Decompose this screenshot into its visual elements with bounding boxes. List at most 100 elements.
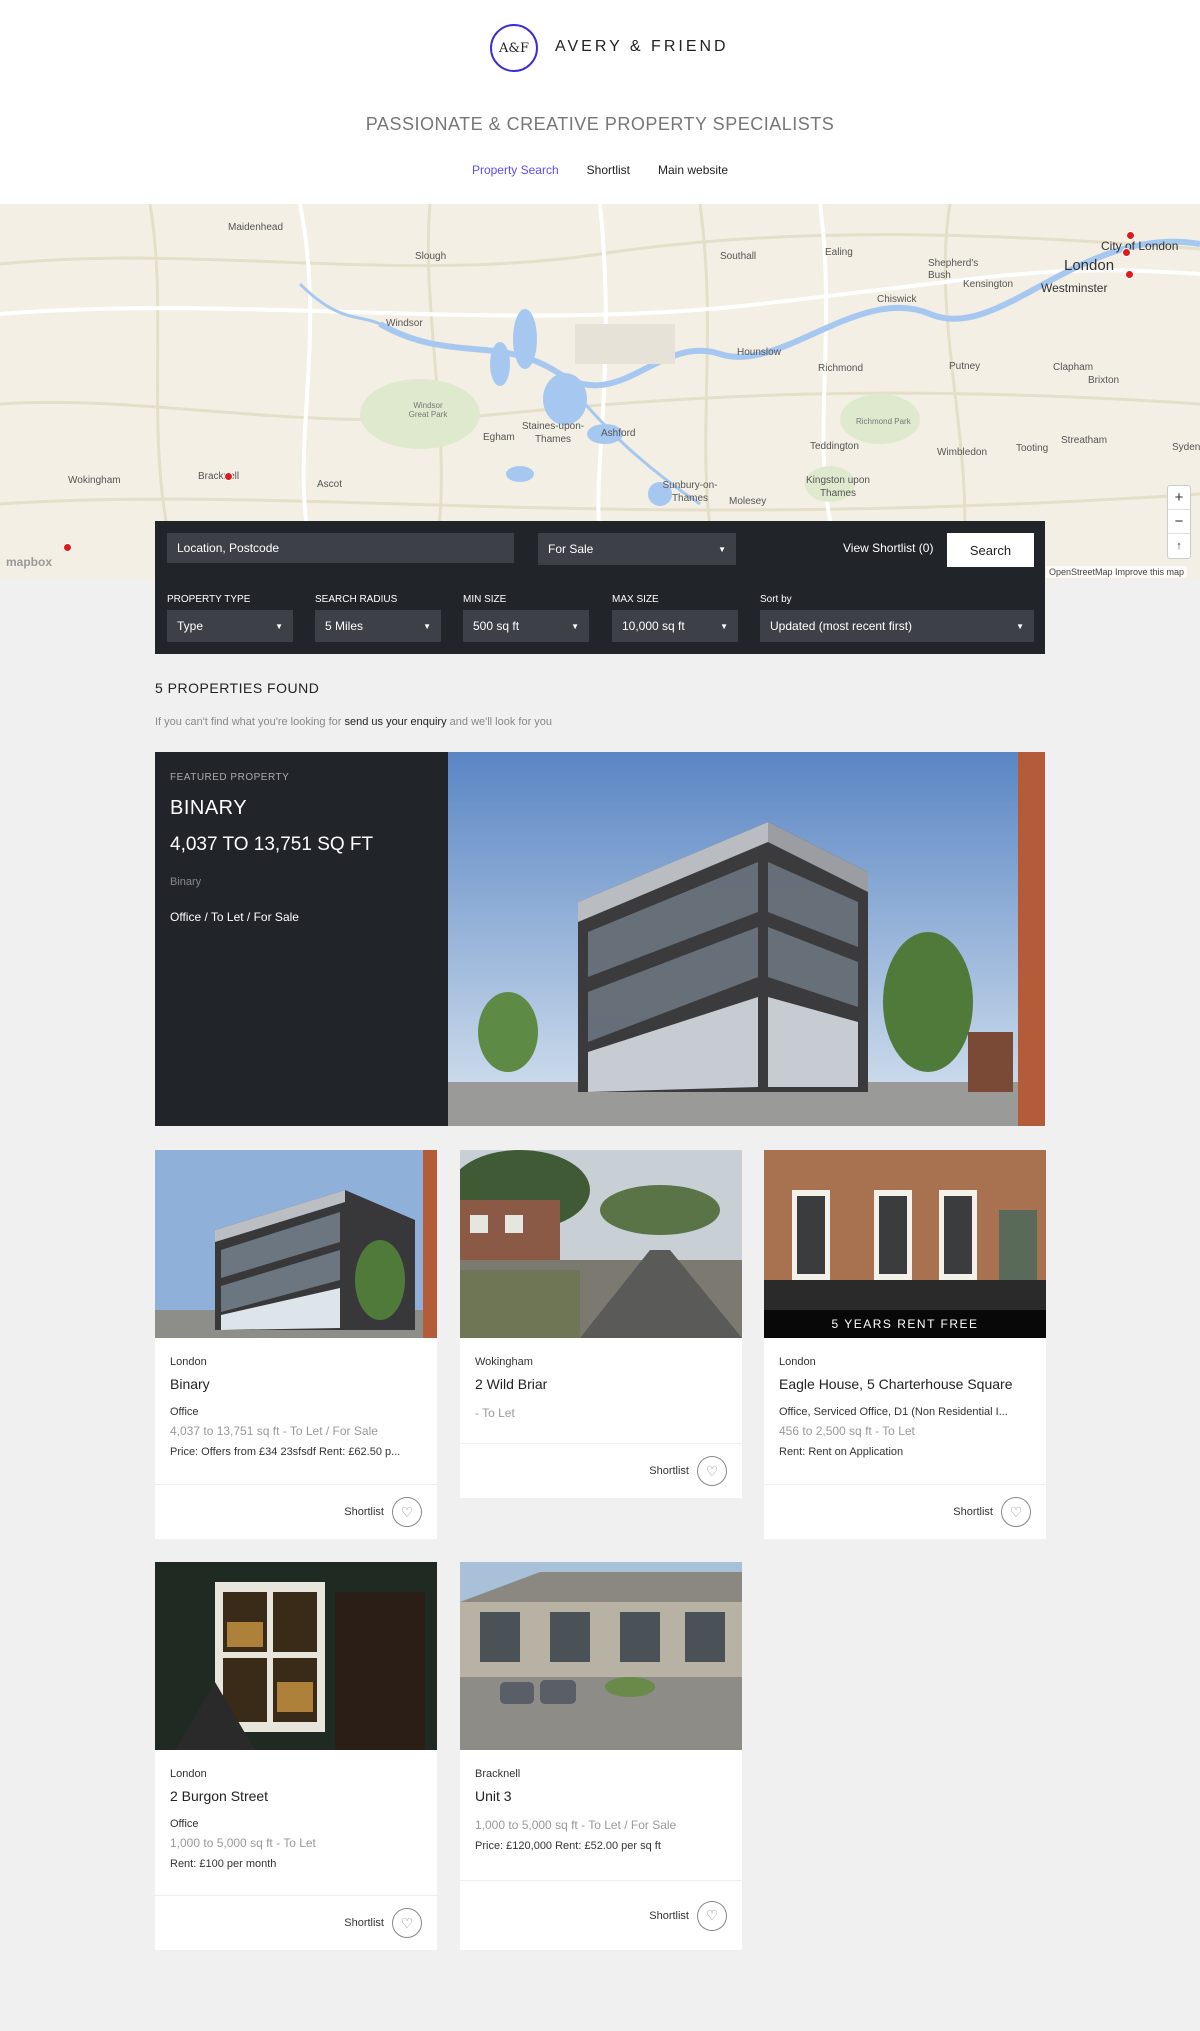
map-label: Molesey [729,496,767,507]
property-image[interactable] [460,1150,742,1338]
zoom-out-button[interactable]: − [1168,510,1190,534]
property-details: London Eagle House, 5 Charterhouse Squar… [764,1338,1046,1458]
map-label: Kingston upon Thames [806,475,870,499]
map-label: Westminster [1041,281,1108,295]
property-type-value: Type [177,619,204,633]
shortlist-label[interactable]: Shortlist [344,1506,384,1518]
property-image[interactable] [155,1150,437,1338]
featured-image[interactable] [448,752,1045,1126]
map-label: Southall [720,251,757,262]
map-label: Slough [415,251,447,262]
min-size-value: 500 sq ft [473,619,520,633]
property-card[interactable]: Bracknell Unit 3 1,000 to 5,000 sq ft - … [460,1562,742,1950]
property-image[interactable]: 5 YEARS RENT FREE [764,1150,1046,1338]
sort-by-select[interactable]: Updated (most recent first) ▼ [760,610,1034,642]
building-photo [448,752,1045,1126]
heart-icon[interactable]: ♡ [392,1497,422,1527]
nav-main-website[interactable]: Main website [658,163,728,177]
search-radius-value: 5 Miles [325,619,364,633]
heart-icon[interactable]: ♡ [1001,1497,1031,1527]
logo-mark[interactable]: A&F [490,24,538,72]
map-pin[interactable] [1126,231,1135,240]
map-label: Windsor [386,318,423,329]
property-image[interactable] [460,1562,742,1750]
search-radius-select[interactable]: 5 Miles ▼ [315,610,441,642]
location-input[interactable]: Location, Postcode [167,533,514,563]
property-title[interactable]: Binary [170,1376,422,1392]
enquiry-link[interactable]: send us your enquiry [344,716,446,728]
search-panel: Location, Postcode For Sale ▼ View Short… [155,521,1045,654]
property-title[interactable]: Unit 3 [475,1788,727,1804]
property-card[interactable]: 5 YEARS RENT FREE London Eagle House, 5 … [764,1150,1046,1539]
property-location: London [170,1356,207,1368]
property-location: London [170,1768,207,1780]
shortlist-label[interactable]: Shortlist [649,1910,689,1922]
view-shortlist-link[interactable]: View Shortlist (0) [843,541,933,555]
map-label: Windsor Great Park [408,401,448,419]
card-footer: Shortlist ♡ [155,1484,437,1539]
shortlist-label[interactable]: Shortlist [953,1506,993,1518]
map-pin[interactable] [1125,270,1134,279]
heart-icon[interactable]: ♡ [697,1900,727,1931]
map-label: London [1064,257,1115,274]
property-type: Office, Serviced Office, D1 (Non Residen… [779,1406,1008,1418]
nav-property-search[interactable]: Property Search [472,163,559,177]
brand-name[interactable]: AVERY & FRIEND [555,38,729,56]
featured-title[interactable]: BINARY [170,797,433,820]
zoom-in-button[interactable]: + [1168,486,1190,510]
property-location: London [779,1356,816,1368]
filter-label: MIN SIZE [463,594,507,605]
chevron-down-icon: ▼ [423,621,431,631]
tagline: PASSIONATE & CREATIVE PROPERTY SPECIALIS… [365,114,835,134]
property-card[interactable]: London 2 Burgon Street Office 1,000 to 5… [155,1562,437,1950]
mapbox-logo[interactable]: mapbox [6,555,52,569]
heart-icon[interactable]: ♡ [392,1908,422,1938]
map-pin[interactable] [224,472,233,481]
listing-type-select[interactable]: For Sale ▼ [538,533,736,565]
card-footer: Shortlist ♡ [155,1895,437,1950]
search-button[interactable]: Search [947,533,1034,567]
property-type: Office [170,1406,199,1418]
map-label: Sunbury-on-Thames [662,480,718,504]
filter-label: PROPERTY TYPE [167,594,251,605]
featured-info: FEATURED PROPERTY BINARY 4,037 TO 13,751… [155,752,448,1126]
map-label: Clapham [1053,362,1094,373]
card-footer: Shortlist ♡ [460,1443,742,1498]
max-size-value: 10,000 sq ft [622,619,685,633]
map-label: Staines-upon-Thames [521,421,585,445]
property-type-select[interactable]: Type ▼ [167,610,293,642]
featured-types: Office / To Let / For Sale [170,910,299,924]
map-label: Hounslow [737,347,781,358]
property-image[interactable] [155,1562,437,1750]
shortlist-label[interactable]: Shortlist [649,1465,689,1477]
map-label: Tooting [1016,443,1049,454]
shortlist-label[interactable]: Shortlist [344,1917,384,1929]
property-title[interactable]: 2 Wild Briar [475,1376,727,1392]
map-label: Streatham [1061,435,1108,446]
property-card[interactable]: Wokingham 2 Wild Briar - To Let Shortlis… [460,1150,742,1498]
property-price: Price: Offers from £34 23sfsdf Rent: £62… [170,1446,401,1458]
map-pin[interactable] [1122,248,1131,257]
property-details: London 2 Burgon Street Office 1,000 to 5… [155,1750,437,1870]
map-attribution[interactable]: OpenStreetMap Improve this map [1046,566,1188,578]
map-label: Kensington [963,279,1014,290]
map-label: Chiswick [877,294,917,305]
property-photo [460,1150,742,1338]
nav-shortlist[interactable]: Shortlist [587,163,630,177]
card-footer: Shortlist ♡ [764,1484,1046,1539]
map-pin[interactable] [63,543,72,552]
map-label: Ealing [825,247,853,258]
property-price: Rent: Rent on Application [779,1446,904,1458]
heart-icon[interactable]: ♡ [697,1456,727,1486]
property-photo [155,1562,437,1750]
featured-property[interactable]: FEATURED PROPERTY BINARY 4,037 TO 13,751… [155,752,1045,1126]
property-location: Wokingham [475,1356,533,1368]
property-title[interactable]: Eagle House, 5 Charterhouse Square [779,1376,1031,1392]
property-title[interactable]: 2 Burgon Street [170,1788,422,1804]
enquiry-note: If you can't find what you're looking fo… [155,716,552,728]
max-size-select[interactable]: 10,000 sq ft ▼ [612,610,738,642]
min-size-select[interactable]: 500 sq ft ▼ [463,610,589,642]
property-card[interactable]: London Binary Office 4,037 to 13,751 sq … [155,1150,437,1539]
filter-label: MAX SIZE [612,594,659,605]
compass-button[interactable]: ↑ [1168,534,1190,558]
